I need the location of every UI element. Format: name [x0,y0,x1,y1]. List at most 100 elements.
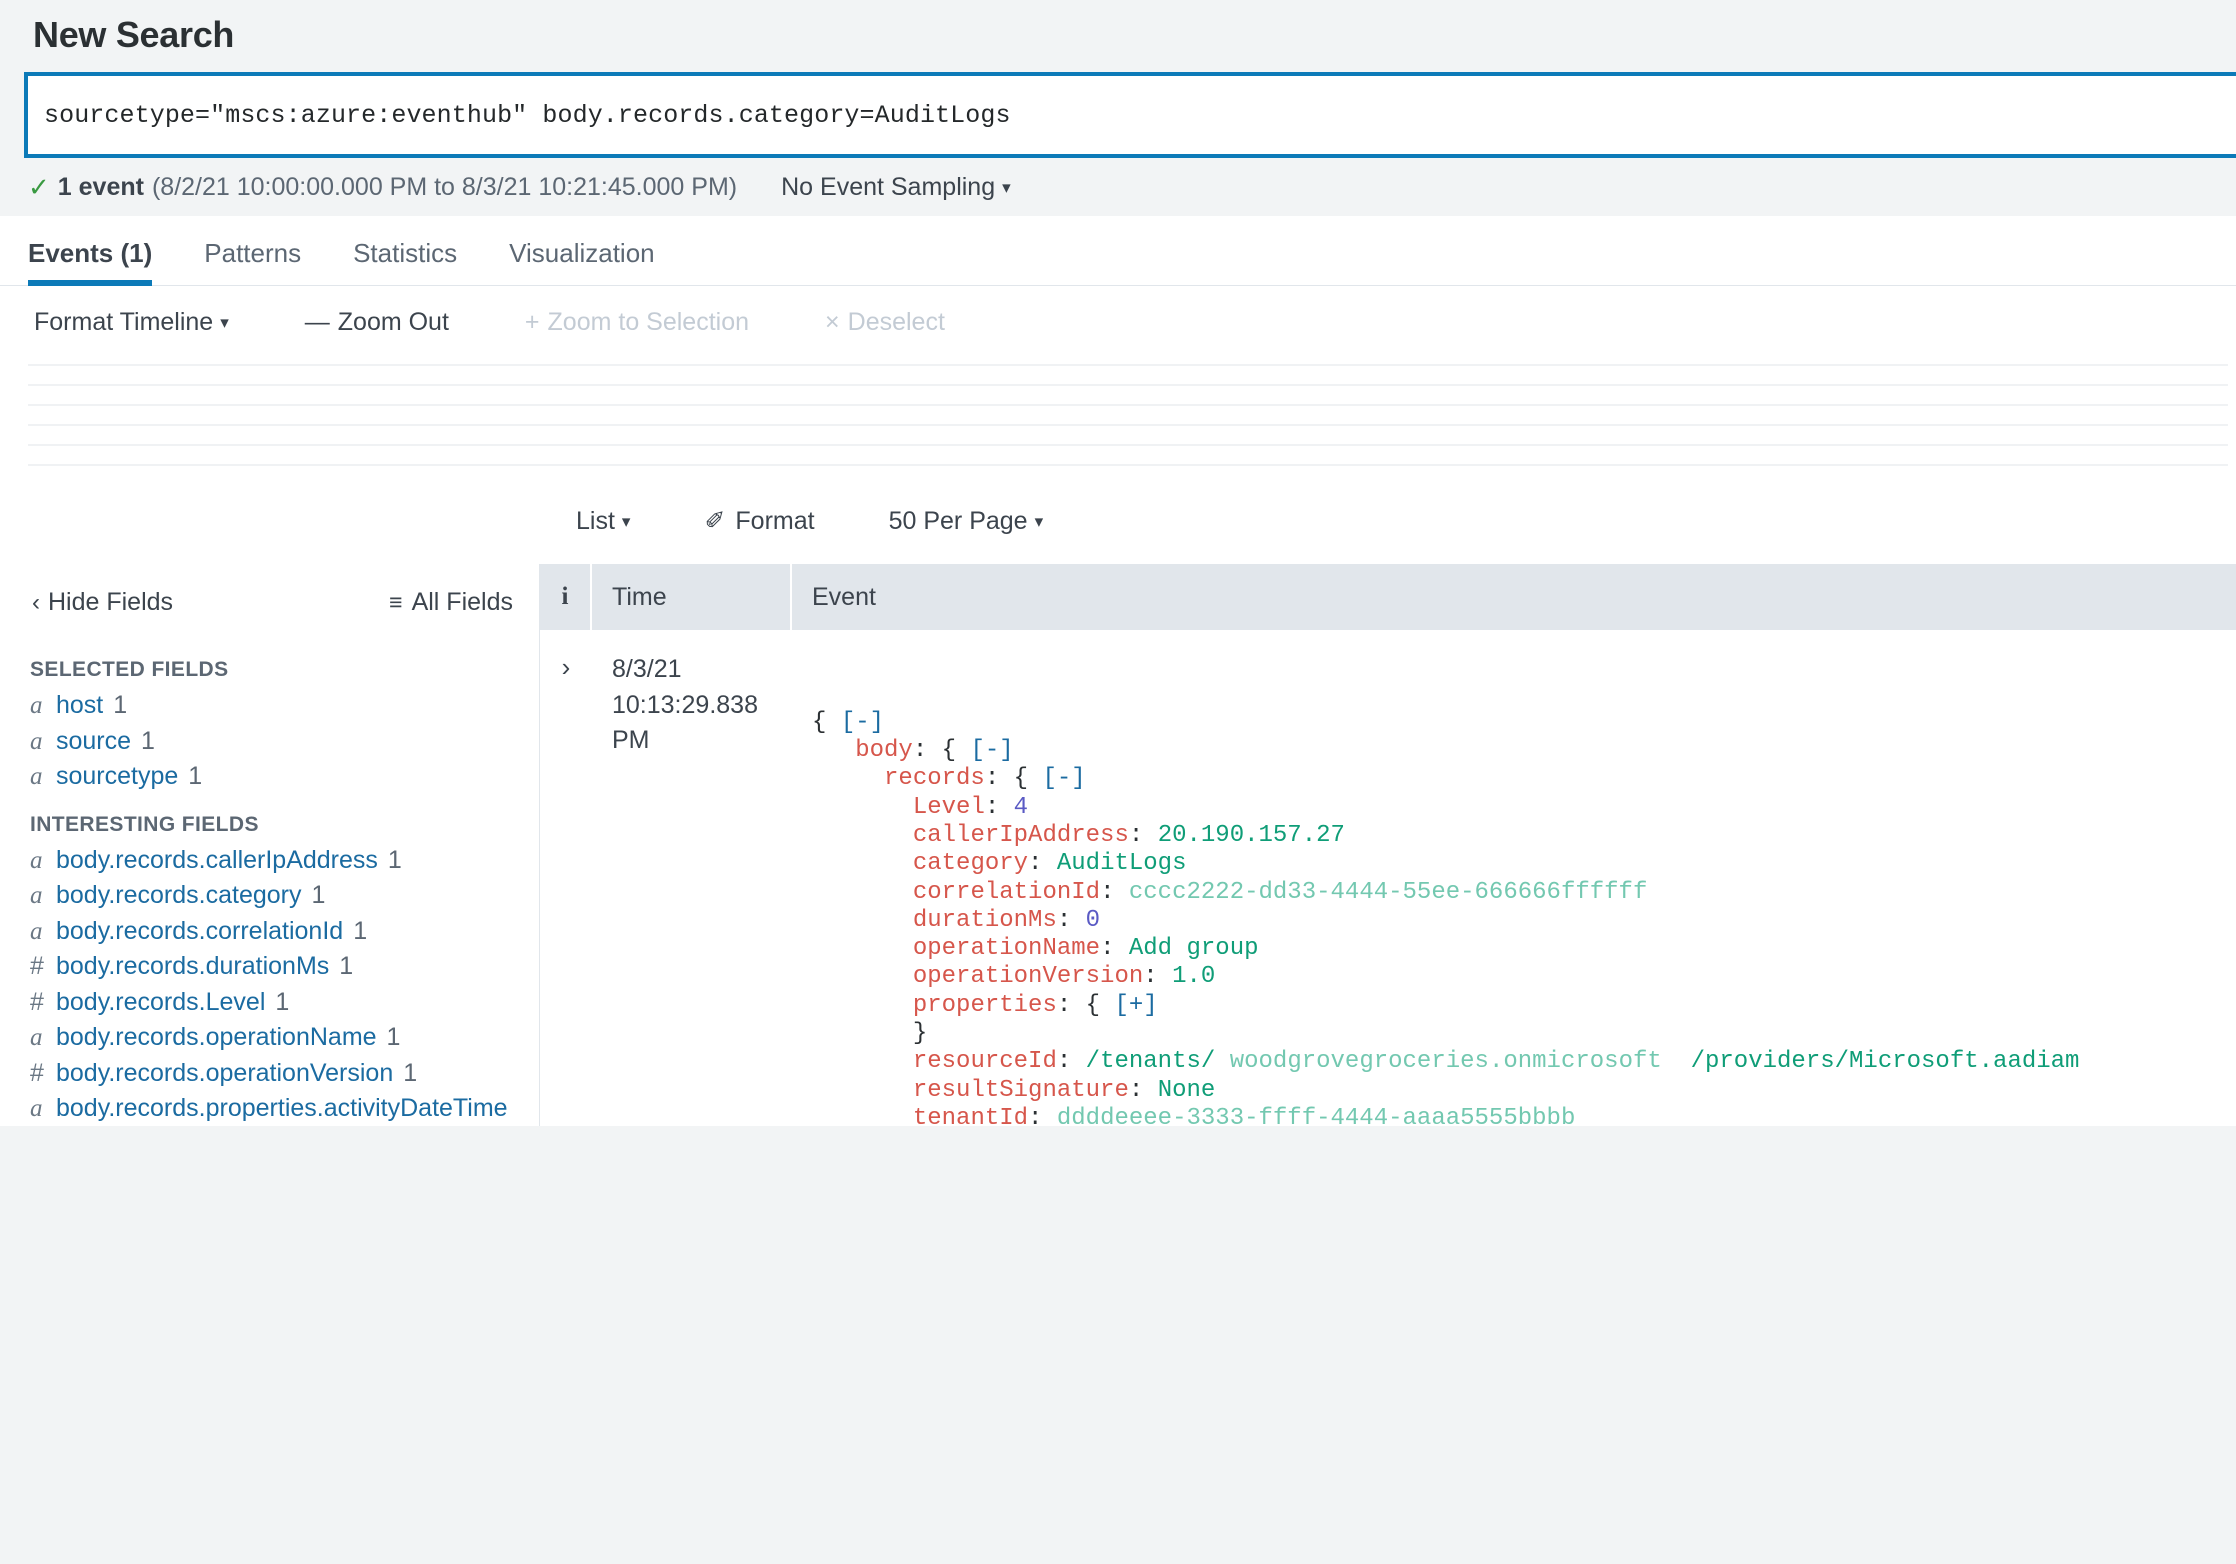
field-item-body-records-operationname[interactable]: a body.records.operationName 1 [0,1020,539,1056]
string-field-icon: a [30,846,43,874]
tab-events[interactable]: Events (1) [28,238,153,286]
json-token-key: resourceId [912,1048,1057,1076]
json-line: resourceId: /tenants/ woodgrovegroceries… [812,1048,2236,1076]
field-item-body-records-operationversion[interactable]: # body.records.operationVersion 1 [0,1056,539,1092]
json-token-punc: : [1028,850,1057,878]
table-row: › 8/3/21 10:13:29.838 PM { [-] body: { [… [540,630,2236,1126]
event-time-date: 8/3/21 [612,655,682,683]
field-name-wrap: body.records.operationVersion 1 [56,1059,417,1089]
field-name: sourcetype [56,762,179,790]
json-line: { [-] [812,709,2236,737]
field-count: 1 [386,1023,401,1051]
field-name: host [56,691,104,719]
field-item-body-records-category[interactable]: a body.records.category 1 [0,878,539,914]
field-count: 1 [387,845,402,874]
json-line: resultSignature: None [812,1077,2236,1105]
timeline-chart[interactable] [0,358,2236,478]
json-token-key: properties [912,991,1057,1019]
field-name-wrap: body.records.Level 1 [56,988,289,1018]
json-token-str: Add group [1128,935,1259,963]
json-line: category: AuditLogs [812,850,2236,878]
all-fields-button[interactable]: ≡ All Fields [389,588,513,617]
json-token-punc [812,850,913,877]
plus-icon: + [524,307,540,336]
events-area: i Time Event › 8/3/21 10:13:29.838 PM { … [540,564,2236,1126]
json-toggle-icon[interactable]: [-] [841,709,884,736]
json-token-punc [812,879,913,906]
json-token-punc [812,963,913,990]
fields-sidebar-header: ‹ Hide Fields ≡ All Fields [0,564,539,640]
zoom-out-button[interactable]: — Zoom Out [305,308,449,337]
per-page-dropdown[interactable]: 50 Per Page ▾ [889,507,1044,536]
field-count: 1 [275,987,290,1016]
json-token-punc: } [812,1020,928,1048]
json-token-str: 20.190.157.27 [1157,821,1345,849]
tab-visualization[interactable]: Visualization [509,238,655,285]
field-count: 1 [141,726,155,755]
json-token-punc: : [1100,935,1129,963]
json-line: records: { [-] [812,765,2236,793]
list-view-dropdown[interactable]: List ▾ [576,507,630,536]
json-token-key: category [912,850,1029,878]
field-name: body.records.operationVersion [56,1058,394,1087]
json-token-num: 0 [1085,906,1101,934]
json-line: Level: 4 [812,794,2236,822]
json-render: { [-] body: { [-] records: { [-] Level: … [812,709,2236,1126]
numeric-field-icon: # [30,952,44,980]
expand-row-icon[interactable]: › [540,652,592,1126]
field-name: body.records.correlationId [56,916,344,945]
search-status-bar: ✓ 1 event (8/2/21 10:00:00.000 PM to 8/3… [0,158,2236,216]
event-time-clock: 10:13:29.838 PM [612,690,758,755]
field-item-host[interactable]: a host 1 [0,688,539,724]
page-title: New Search [33,14,235,55]
zoom-to-selection-button[interactable]: + Zoom to Selection [525,308,749,337]
splunk-search-app: New Search ✓ 1 event (8/2/21 10:00:00.00… [0,0,2236,1564]
json-toggle-icon[interactable]: [-] [1042,765,1085,792]
json-token-punc: : { [1056,991,1115,1019]
field-name-wrap: source 1 [56,727,155,757]
event-sampling-dropdown[interactable]: No Event Sampling ▾ [781,173,1011,202]
format-button[interactable]: ✐ Format [704,506,814,536]
field-item-body-records-calleripaddress[interactable]: a body.records.callerIpAddress 1 [0,843,539,879]
field-item-sourcetype[interactable]: a sourcetype 1 [0,759,539,795]
tab-patterns[interactable]: Patterns [204,238,301,285]
field-count: 1 [353,916,368,945]
json-toggle-icon[interactable]: [+] [1114,992,1157,1019]
field-name: body.records.Level [56,987,266,1016]
time-range-label: (8/2/21 10:00:00.000 PM to 8/3/21 10:21:… [151,172,738,201]
search-input[interactable] [28,99,2236,131]
field-item-body-records-durationms[interactable]: # body.records.durationMs 1 [0,949,539,985]
chevron-down-icon: ▾ [1034,511,1044,531]
json-token-punc [1662,1048,1691,1075]
field-item-body-records-level[interactable]: # body.records.Level 1 [0,985,539,1021]
field-item-source[interactable]: a source 1 [0,724,539,760]
field-name-wrap: host 1 [56,691,127,721]
json-token-str: None [1157,1076,1216,1104]
json-toggle-icon[interactable]: [-] [970,737,1013,764]
json-line: } [812,1020,2236,1048]
numeric-field-icon: # [30,987,44,1016]
interesting-fields-title: INTERESTING FIELDS [30,812,259,836]
json-token-key: operationVersion [912,963,1144,991]
selected-fields-list: a host 1 a source 1 a sourcetype 1 [0,688,539,795]
search-bar[interactable] [24,72,2236,158]
field-item-body-records-correlationid[interactable]: a body.records.correlationId 1 [0,914,539,950]
header-zone: New Search [0,0,2236,72]
zoom-out-label: Zoom Out [337,307,449,336]
json-token-punc [812,1048,913,1075]
json-token-punc: : [1128,821,1158,849]
hide-fields-button[interactable]: ‹ Hide Fields [32,588,173,617]
field-item-body-records-properties-activitydatetime[interactable]: a body.records.properties.activityDateTim… [0,1091,539,1126]
column-header-info: i [540,564,592,630]
deselect-button[interactable]: × Deselect [825,308,945,337]
format-timeline-dropdown[interactable]: Format Timeline ▾ [34,308,229,337]
column-header-event: Event [812,583,876,611]
tab-statistics[interactable]: Statistics [353,238,457,285]
json-token-punc: : [1143,963,1173,991]
field-name: body.records.category [56,881,302,909]
chevron-left-icon: ‹ [32,588,40,616]
json-line: correlationId: cccc2222-dd33-4444-55ee-6… [812,879,2236,907]
field-name-wrap: body.records.durationMs 1 [56,952,353,982]
json-line: durationMs: 0 [812,907,2236,935]
json-line: body: { [-] [812,737,2236,765]
